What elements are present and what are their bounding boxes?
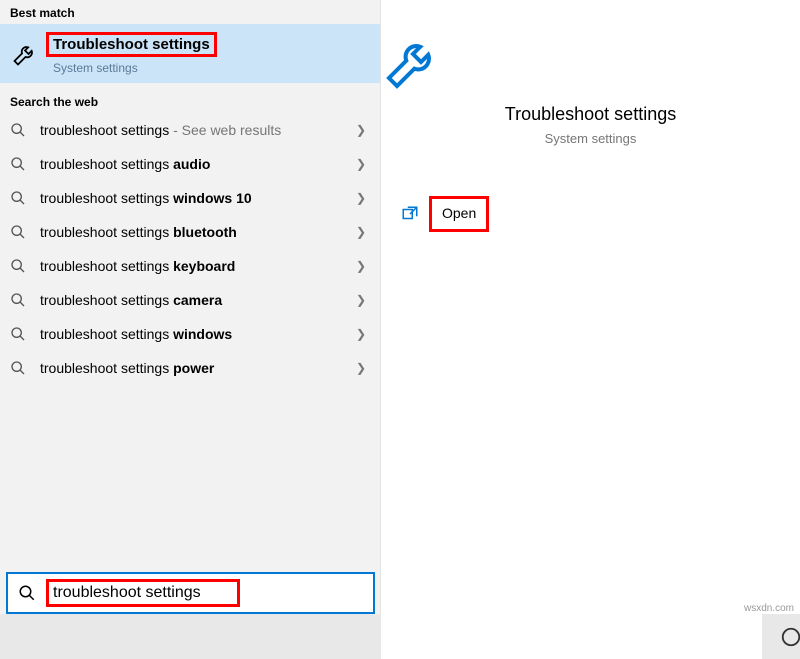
search-icon	[10, 360, 30, 376]
web-result-label: troubleshoot settings windows 10	[40, 190, 356, 206]
web-result-item[interactable]: troubleshoot settings bluetooth ❯	[0, 215, 380, 249]
open-label: Open	[442, 205, 476, 221]
search-icon	[10, 326, 30, 342]
chevron-right-icon[interactable]: ❯	[356, 157, 370, 171]
open-action-row[interactable]: Open	[381, 196, 800, 232]
best-match-title: Troubleshoot settings	[46, 32, 217, 57]
web-result-item[interactable]: troubleshoot settings audio ❯	[0, 147, 380, 181]
open-button-highlight: Open	[429, 196, 489, 232]
search-icon	[10, 190, 30, 206]
preview-panel: Troubleshoot settings System settings Op…	[381, 0, 800, 659]
web-result-item[interactable]: troubleshoot settings windows ❯	[0, 317, 380, 351]
search-icon	[10, 292, 30, 308]
web-result-label: troubleshoot settings bluetooth	[40, 224, 356, 240]
chevron-right-icon[interactable]: ❯	[356, 327, 370, 341]
web-result-label: troubleshoot settings keyboard	[40, 258, 356, 274]
cortana-icon[interactable]	[777, 623, 800, 651]
web-result-label: troubleshoot settings audio	[40, 156, 356, 172]
search-icon	[8, 584, 46, 602]
web-result-label: troubleshoot settings camera	[40, 292, 356, 308]
best-match-subtitle: System settings	[50, 57, 217, 75]
chevron-right-icon[interactable]: ❯	[356, 191, 370, 205]
web-result-label: troubleshoot settings power	[40, 360, 356, 376]
web-result-item[interactable]: troubleshoot settings keyboard ❯	[0, 249, 380, 283]
preview-subtitle: System settings	[381, 131, 800, 146]
best-match-item[interactable]: Troubleshoot settings System settings	[0, 24, 380, 83]
web-result-item[interactable]: troubleshoot settings windows 10 ❯	[0, 181, 380, 215]
chevron-right-icon[interactable]: ❯	[356, 361, 370, 375]
web-result-label: troubleshoot settings - See web results	[40, 122, 356, 138]
search-bar[interactable]	[6, 572, 375, 614]
open-icon	[401, 205, 419, 223]
wrench-icon	[10, 39, 40, 69]
chevron-right-icon[interactable]: ❯	[356, 123, 370, 137]
search-bar-container	[0, 566, 381, 614]
search-icon	[10, 258, 30, 274]
web-result-item[interactable]: troubleshoot settings power ❯	[0, 351, 380, 385]
search-icon	[10, 224, 30, 240]
preview-header: Troubleshoot settings System settings	[381, 0, 800, 146]
web-result-item[interactable]: troubleshoot settings - See web results …	[0, 113, 380, 147]
search-web-header: Search the web	[0, 83, 380, 113]
best-match-header: Best match	[0, 0, 380, 24]
taskbar: W	[762, 614, 800, 659]
web-result-item[interactable]: troubleshoot settings camera ❯	[0, 283, 380, 317]
chevron-right-icon[interactable]: ❯	[356, 225, 370, 239]
best-match-text: Troubleshoot settings System settings	[50, 32, 217, 75]
search-input-highlight	[46, 579, 240, 607]
preview-title: Troubleshoot settings	[381, 104, 800, 125]
chevron-right-icon[interactable]: ❯	[356, 259, 370, 273]
search-results-panel: Best match Troubleshoot settings System …	[0, 0, 381, 659]
search-input[interactable]	[53, 584, 233, 602]
search-icon	[10, 122, 30, 138]
taskbar-left-segment	[0, 614, 381, 659]
search-icon	[10, 156, 30, 172]
wrench-icon	[381, 30, 800, 94]
web-result-label: troubleshoot settings windows	[40, 326, 356, 342]
watermark: wsxdn.com	[744, 603, 794, 614]
chevron-right-icon[interactable]: ❯	[356, 293, 370, 307]
